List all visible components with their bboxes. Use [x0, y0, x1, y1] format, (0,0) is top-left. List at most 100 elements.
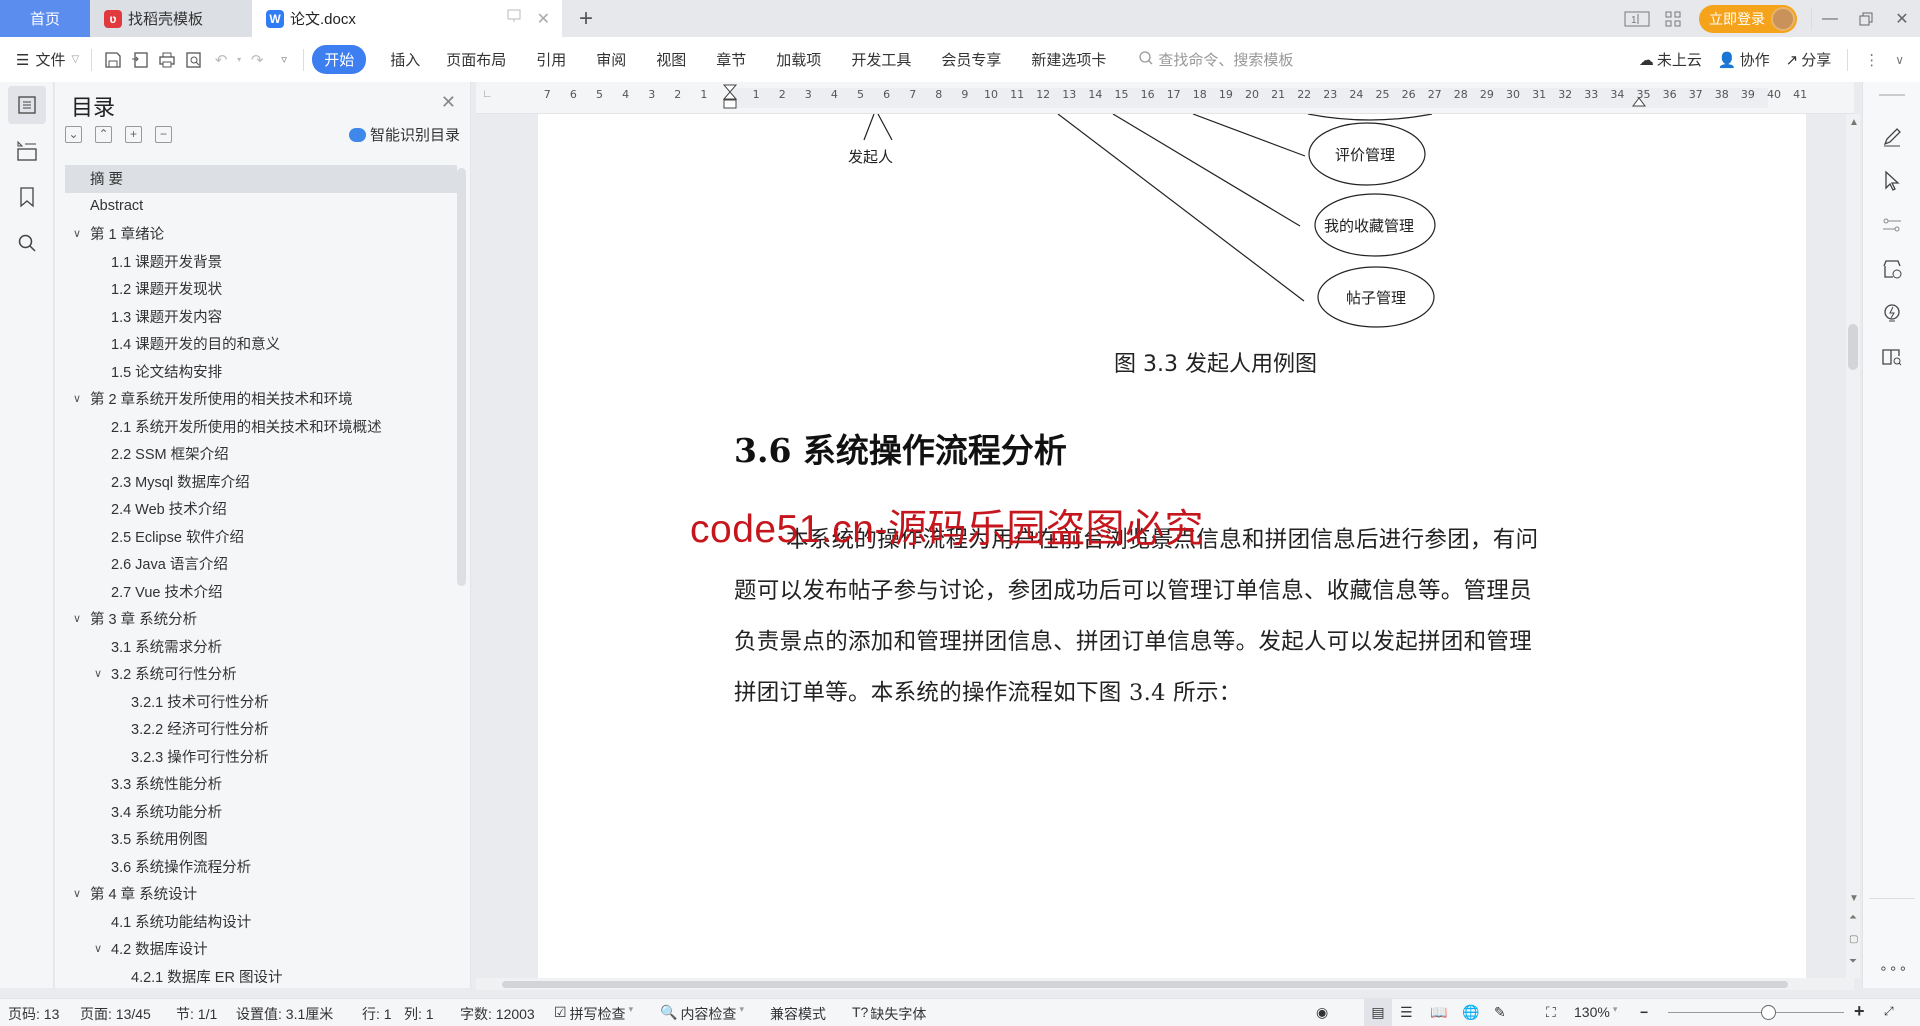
lightning-bulb-icon[interactable] — [1879, 300, 1905, 326]
missing-fonts-button[interactable]: T? 缺失字体 — [852, 1004, 926, 1024]
file-menu[interactable]: ☰ 文件 ▽ — [16, 49, 79, 70]
page-number[interactable]: 页码: 13 — [8, 1004, 59, 1024]
collab-button[interactable]: 👤 协作 — [1718, 49, 1770, 70]
fit-page-icon[interactable]: ⛶ — [1546, 1004, 1556, 1021]
toc-item[interactable]: Abstract — [65, 193, 457, 221]
next-page-icon[interactable]: ⏷ — [1849, 956, 1857, 967]
menu-tab-addins[interactable]: 加载项 — [776, 49, 821, 70]
menu-tab-review[interactable]: 审阅 — [596, 49, 626, 70]
tab-document[interactable]: W 论文.docx ✕ — [252, 0, 562, 37]
toc-item[interactable]: 2.2 SSM 框架介绍 — [65, 440, 457, 468]
export-pdf-icon[interactable] — [129, 49, 151, 71]
toc-item[interactable]: 2.3 Mysql 数据库介绍 — [65, 468, 457, 496]
chevron-down-icon[interactable]: ∨ — [94, 667, 102, 680]
previous-page-icon[interactable]: ⏶ — [1849, 912, 1857, 923]
horizontal-scrollbar[interactable] — [476, 978, 1854, 990]
menu-tab-insert[interactable]: 插入 — [390, 49, 420, 70]
menu-tab-start[interactable]: 开始 — [312, 45, 367, 74]
pin-window-icon[interactable] — [507, 9, 521, 28]
menu-tab-chapter[interactable]: 章节 — [716, 49, 746, 70]
zoom-slider-thumb[interactable] — [1761, 1005, 1777, 1020]
collapse-ribbon-icon[interactable]: ∨ — [1895, 53, 1904, 67]
tab-home[interactable]: 首页 — [0, 0, 90, 37]
share-button[interactable]: ↗ 分享 — [1786, 49, 1832, 70]
toc-scrollbar[interactable] — [457, 168, 466, 586]
select-browse-object-icon[interactable]: ▢ — [1849, 934, 1858, 945]
close-tab-icon[interactable]: ✕ — [537, 9, 550, 29]
close-icon[interactable]: ✕ — [441, 92, 456, 113]
fullscreen-icon[interactable]: ⤢ — [1884, 1004, 1894, 1019]
toc-item[interactable]: ∨ 第 2 章系统开发所使用的相关技术和环境 — [65, 385, 457, 413]
toc-item[interactable]: 2.6 Java 语言介绍 — [65, 550, 457, 578]
zoom-slider[interactable] — [1668, 1005, 1844, 1020]
outline-view-icon[interactable]: ☰ — [1400, 1004, 1413, 1021]
menu-tab-page-layout[interactable]: 页面布局 — [446, 49, 506, 70]
store-icon[interactable] — [1879, 256, 1905, 282]
toc-item[interactable]: 2.5 Eclipse 软件介绍 — [65, 523, 457, 551]
zoom-level[interactable]: 130% ▾ — [1574, 1004, 1617, 1020]
cursor-icon[interactable] — [1879, 168, 1905, 194]
undo-icon[interactable]: ↶ — [210, 49, 232, 71]
web-view-icon[interactable]: 🌐 — [1462, 1004, 1479, 1021]
menu-tab-view[interactable]: 视图 — [656, 49, 686, 70]
tab-template[interactable]: ʋ 找稻壳模板 — [90, 0, 252, 37]
chevron-down-icon[interactable]: ∨ — [73, 612, 81, 625]
toc-item[interactable]: 3.1 系统需求分析 — [65, 633, 457, 661]
chevron-down-icon[interactable]: ∨ — [73, 392, 81, 405]
toc-item[interactable]: 3.4 系统功能分析 — [65, 798, 457, 826]
menu-tab-member[interactable]: 会员专享 — [941, 49, 1001, 70]
add-heading-icon[interactable]: + — [125, 126, 142, 143]
more-options-icon[interactable]: ∘∘∘ — [1879, 960, 1908, 977]
toc-item[interactable]: ∨ 第 1 章绪论 — [65, 220, 457, 248]
expand-down-icon[interactable]: ⌄ — [65, 126, 82, 143]
smart-toc-button[interactable]: 智能识别目录 — [348, 124, 460, 145]
new-tab-button[interactable]: + — [572, 0, 600, 37]
toc-item[interactable]: ∨ 3.2 系统可行性分析 — [65, 660, 457, 688]
toc-icon[interactable] — [8, 86, 46, 124]
document-page[interactable]: 发起人 评价管理 我的收藏管理 帖子管理 图 3.3 发起人用例图 3.6 系统… — [538, 114, 1806, 978]
write-mode-icon[interactable]: ✎ — [1494, 1004, 1506, 1021]
toc-item[interactable]: 3.3 系统性能分析 — [65, 770, 457, 798]
zoom-out-icon[interactable]: − — [1640, 1004, 1648, 1020]
toc-item[interactable]: 4.2.1 数据库 ER 图设计 — [65, 963, 457, 991]
word-count[interactable]: 字数: 12003 — [460, 1004, 535, 1024]
toc-item[interactable]: 4.1 系统功能结构设计 — [65, 908, 457, 936]
customize-toolbar-icon[interactable]: ▿ — [273, 49, 295, 71]
toc-item[interactable]: 3.6 系统操作流程分析 — [65, 853, 457, 881]
reading-layout-icon[interactable]: 1 — [1619, 0, 1655, 37]
menu-tab-references[interactable]: 引用 — [536, 49, 566, 70]
navigation-pane-icon[interactable] — [8, 132, 46, 170]
toc-item[interactable]: 3.2.2 经济可行性分析 — [65, 715, 457, 743]
chevron-down-icon[interactable]: ∨ — [73, 887, 81, 900]
save-icon[interactable] — [102, 49, 124, 71]
redo-icon[interactable]: ↷ — [246, 49, 268, 71]
chevron-down-icon[interactable]: ∨ — [73, 227, 81, 240]
page-view-icon[interactable]: ▤ — [1364, 999, 1392, 1026]
bookmark-icon[interactable] — [8, 178, 46, 216]
eye-protection-icon[interactable]: ◉ — [1316, 1004, 1328, 1021]
content-check-button[interactable]: 🔍 内容检查 ▾ — [660, 1004, 744, 1024]
toc-item[interactable]: 2.4 Web 技术介绍 — [65, 495, 457, 523]
toc-item[interactable]: 1.4 课题开发的目的和意义 — [65, 330, 457, 358]
restore-icon[interactable] — [1848, 0, 1884, 37]
toc-item[interactable]: 1.2 课题开发现状 — [65, 275, 457, 303]
reading-view-icon[interactable]: 📖 — [1430, 1004, 1447, 1021]
command-search[interactable]: 查找命令、搜索模板 — [1138, 49, 1293, 70]
toc-item[interactable]: 1.3 课题开发内容 — [65, 303, 457, 331]
search-icon[interactable] — [8, 224, 46, 262]
scroll-down-icon[interactable]: ▼ — [1849, 893, 1859, 904]
toc-item[interactable]: 3.2.1 技术可行性分析 — [65, 688, 457, 716]
book-search-icon[interactable] — [1879, 344, 1905, 370]
toc-item[interactable]: 1.1 课题开发背景 — [65, 248, 457, 276]
page-count[interactable]: 页面: 13/45 — [80, 1004, 151, 1024]
toc-item[interactable]: 摘 要 — [65, 165, 457, 193]
undo-dropdown-icon[interactable]: ▾ — [237, 55, 241, 64]
vertical-scrollbar[interactable] — [1846, 114, 1860, 978]
indent-marker-icon[interactable] — [722, 84, 738, 115]
toc-item[interactable]: ∨ 4.2 数据库设计 — [65, 935, 457, 963]
minimize-icon[interactable]: — — [1812, 0, 1848, 37]
apps-grid-icon[interactable] — [1655, 0, 1691, 37]
drag-handle[interactable] — [1879, 94, 1905, 96]
zoom-in-icon[interactable]: + — [1854, 1001, 1865, 1022]
adjust-sliders-icon[interactable] — [1879, 212, 1905, 238]
